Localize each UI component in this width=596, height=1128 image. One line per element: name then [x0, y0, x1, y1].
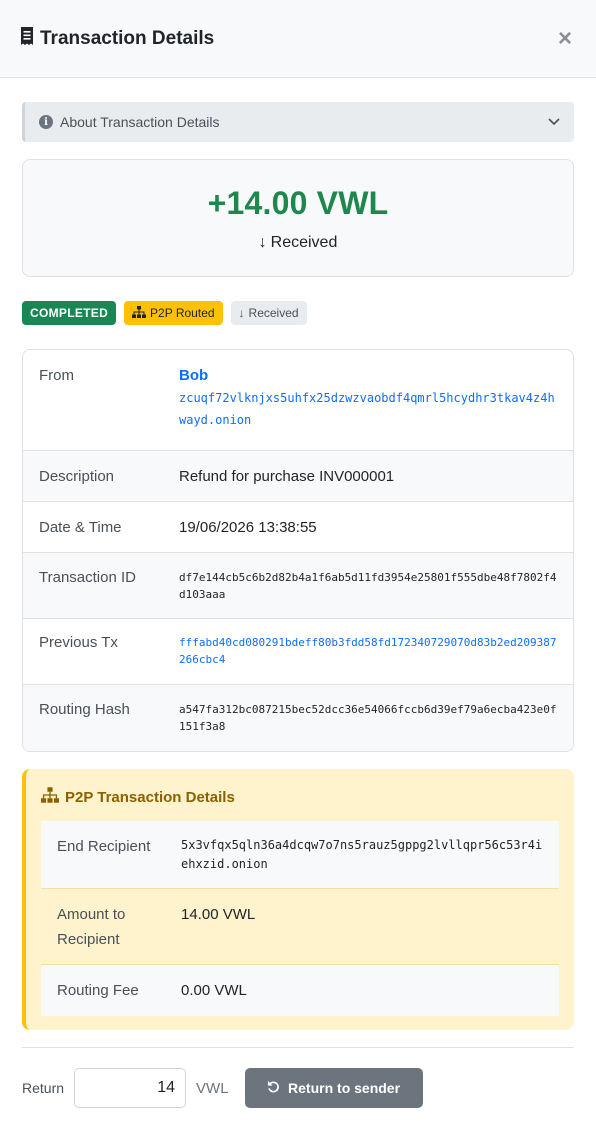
arrow-down-icon: ↓ [258, 233, 267, 251]
p2p-row-amount: Amount to Recipient 14.00 VWL [41, 889, 559, 965]
status-badges: COMPLETED P2P Routed ↓ Received [22, 301, 574, 325]
return-unit: VWL [196, 1079, 229, 1097]
status-badge: COMPLETED [22, 301, 117, 325]
return-to-sender-label: Return to sender [288, 1080, 401, 1096]
description-label: Description [39, 467, 115, 485]
modal-header: Transaction Details × [0, 0, 596, 78]
close-button[interactable]: × [558, 26, 572, 51]
details-table: From Bob zcuqf72vlknjxs5uhfx25dzwzvaobdf… [22, 349, 574, 752]
p2p-row-routing-fee: Routing Fee 0.00 VWL [41, 965, 559, 1016]
amount-to-recipient-label: Amount to Recipient [57, 906, 126, 948]
datetime-label: Date & Time [39, 518, 122, 536]
modal-title: Transaction Details [20, 26, 215, 51]
arrow-down-icon: ↓ [238, 306, 245, 320]
modal-footer: Return VWL Return to sender [22, 1047, 574, 1128]
from-address-link[interactable]: zcuqf72vlknjxs5uhfx25dzwzvaobdf4qmrl5hcy… [179, 387, 561, 431]
previous-tx-label: Previous Tx [39, 634, 118, 651]
about-accordion[interactable]: i About Transaction Details [22, 102, 574, 142]
chevron-down-icon[interactable] [548, 115, 560, 129]
from-label: From [39, 367, 74, 384]
details-row-previous-tx: Previous Tx fffabd40cd080291bdeff80b3fdd… [23, 619, 573, 685]
return-label: Return [22, 1080, 65, 1096]
p2p-details-title-text: P2P Transaction Details [65, 788, 235, 806]
details-row-from: From Bob zcuqf72vlknjxs5uhfx25dzwzvaobdf… [23, 350, 573, 451]
p2p-row-end-recipient: End Recipient 5x3vfqx5qln36a4dcqw7o7ns5r… [41, 821, 559, 889]
routing-hash-value: a547fa312bc087215bec52dcc36e54066fccb6d3… [179, 703, 557, 733]
datetime-value: 19/06/2026 13:38:55 [179, 518, 317, 536]
undo-icon [267, 1080, 280, 1096]
end-recipient-label: End Recipient [57, 838, 151, 855]
direction-badge: ↓ Received [230, 301, 307, 325]
routing-fee-label: Routing Fee [57, 982, 139, 999]
p2p-routed-label: P2P Routed [150, 306, 215, 320]
transaction-direction-label: Received [270, 233, 338, 251]
details-row-description: Description Refund for purchase INV00000… [23, 451, 573, 502]
previous-tx-link[interactable]: fffabd40cd080291bdeff80b3fdd58fd17234072… [179, 634, 573, 684]
network-icon [132, 305, 147, 321]
return-amount-input[interactable] [74, 1068, 187, 1108]
p2p-details-card: P2P Transaction Details End Recipient 5x… [22, 769, 574, 1030]
p2p-details-table: End Recipient 5x3vfqx5qln36a4dcqw7o7ns5r… [41, 821, 559, 1016]
about-accordion-header: i About Transaction Details [39, 114, 220, 130]
network-icon [41, 787, 59, 807]
return-to-sender-button[interactable]: Return to sender [244, 1068, 423, 1108]
receipt-icon [20, 26, 34, 51]
description-value: Refund for purchase INV000001 [179, 467, 395, 485]
amount-to-recipient-value: 14.00 VWL [181, 906, 256, 923]
details-row-routing-hash: Routing Hash a547fa312bc087215bec52dcc36… [23, 685, 573, 751]
txid-value: df7e144cb5c6b2d82b4a1f6ab5d11fd3954e2580… [179, 571, 557, 601]
txid-label: Transaction ID [39, 569, 136, 586]
end-recipient-value: 5x3vfqx5qln36a4dcqw7o7ns5rauz5gppg2lvllq… [181, 838, 543, 871]
direction-badge-label: Received [248, 306, 299, 320]
modal-title-text: Transaction Details [40, 27, 215, 49]
info-icon: i [39, 115, 53, 129]
from-value: Bob zcuqf72vlknjxs5uhfx25dzwzvaobdf4qmrl… [179, 367, 573, 450]
p2p-routed-badge: P2P Routed [124, 301, 223, 325]
modal-body: i About Transaction Details +14.00 VWL ↓… [0, 78, 596, 1030]
routing-hash-label: Routing Hash [39, 701, 130, 718]
amount-card: +14.00 VWL ↓ Received [22, 159, 574, 277]
transaction-amount: +14.00 VWL [207, 184, 389, 221]
from-name-link[interactable]: Bob [179, 367, 561, 384]
routing-fee-value: 0.00 VWL [181, 982, 247, 999]
about-accordion-label: About Transaction Details [60, 114, 220, 130]
details-row-txid: Transaction ID df7e144cb5c6b2d82b4a1f6ab… [23, 553, 573, 619]
p2p-details-title: P2P Transaction Details [41, 787, 559, 807]
transaction-direction: ↓ Received [259, 234, 338, 252]
details-row-datetime: Date & Time 19/06/2026 13:38:55 [23, 502, 573, 553]
